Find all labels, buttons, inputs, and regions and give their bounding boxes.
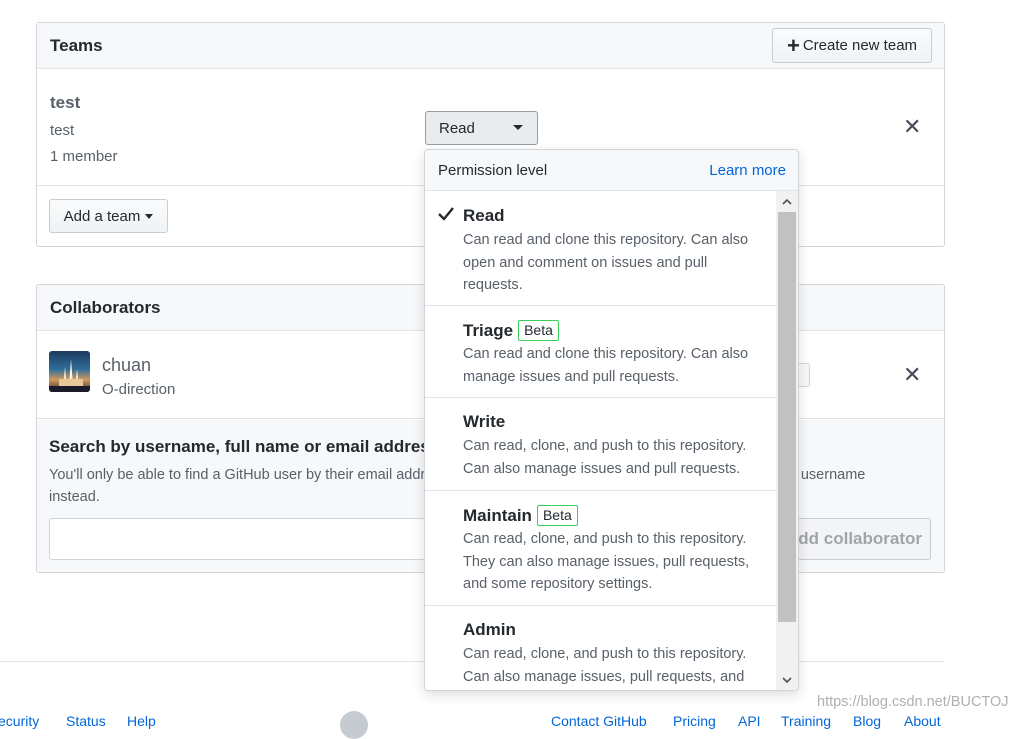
collaborators-title: Collaborators [50, 298, 161, 317]
permission-dropdown: Permission level Learn more Read Can rea… [424, 149, 799, 691]
permission-option-title: Triage [463, 320, 514, 340]
caret-down-icon [513, 125, 523, 130]
permission-dropdown-header: Permission level Learn more [425, 150, 798, 191]
permission-option-title-row: Maintain Beta [463, 505, 578, 526]
footer-link-contact[interactable]: Contact GitHub [551, 713, 647, 729]
collaborator-org: O-direction [102, 381, 176, 398]
permission-option-maintain[interactable]: Maintain Beta Can read, clone, and push … [425, 491, 777, 606]
permission-option-title: Maintain [463, 505, 532, 525]
team-member-count: 1 member [50, 148, 118, 165]
footer-link-help[interactable]: Help [127, 713, 156, 729]
permission-option-description: Can read, clone, and push to this reposi… [463, 435, 763, 480]
scroll-up-arrow-icon[interactable] [776, 191, 798, 212]
teams-title: Teams [50, 36, 103, 55]
remove-team-x-icon[interactable]: ✕ [903, 114, 921, 140]
footer-link-training[interactable]: Training [781, 713, 831, 729]
team-permission-select[interactable]: Read [425, 111, 538, 145]
caret-down-icon [145, 213, 154, 219]
dropdown-scrollbar[interactable] [776, 191, 798, 690]
permission-option-title: Write [463, 412, 506, 431]
teams-header: Teams + Create new team [37, 23, 944, 69]
github-logo-icon[interactable] [340, 711, 368, 739]
description-line: requests. [463, 277, 523, 293]
watermark: https://blog.csdn.net/BUCTOJ [817, 694, 1009, 710]
permission-option-description: Can read, clone, and push to this reposi… [463, 528, 763, 596]
description-line: open and comment on issues and pull [463, 254, 708, 271]
beta-badge: Beta [536, 505, 578, 526]
beta-badge: Beta [518, 320, 559, 341]
description-line: Can read and clone this repository. Can … [463, 232, 749, 248]
add-collaborator-label: Add collaborator [785, 529, 922, 548]
footer-link-api[interactable]: API [738, 713, 761, 729]
team-name[interactable]: test [50, 93, 80, 113]
description-line: Can read, clone, and push to this reposi… [463, 438, 747, 454]
check-icon [438, 207, 454, 221]
remove-collaborator-x-icon[interactable]: ✕ [903, 362, 921, 388]
learn-more-link[interactable]: Learn more [709, 162, 786, 179]
footer-link-blog[interactable]: Blog [853, 713, 881, 729]
scroll-down-arrow-icon[interactable] [776, 670, 798, 690]
description-line: Can also manage issues, pull requests, a… [463, 668, 745, 685]
scrollbar-thumb[interactable] [778, 212, 796, 622]
description-line: They can also manage issues, pull reques… [463, 553, 750, 570]
create-new-team-button[interactable]: + Create new team [772, 28, 932, 63]
permission-option-admin[interactable]: Admin Can read, clone, and push to this … [425, 606, 777, 690]
footer-link-pricing[interactable]: Pricing [673, 713, 716, 729]
footer-link-status[interactable]: Status [66, 713, 106, 729]
search-title: Search by username, full name or email a… [49, 437, 440, 456]
permission-option-title-row: Triage Beta [463, 320, 559, 341]
add-collaborator-button[interactable]: Add collaborator [777, 518, 931, 560]
avatar[interactable] [49, 351, 90, 392]
permission-option-triage[interactable]: Triage Beta Can read and clone this repo… [425, 306, 777, 398]
description-line: Can also manage issues and pull requests… [463, 460, 741, 477]
permission-option-read[interactable]: Read Can read and clone this repository.… [425, 191, 777, 306]
search-help-text-2: instead. [49, 489, 100, 505]
collaborator-name[interactable]: chuan [102, 355, 151, 376]
description-line: Can read and clone this repository. Can … [463, 346, 749, 362]
team-permission-value: Read [439, 119, 475, 137]
create-new-team-label: Create new team [802, 37, 918, 54]
permission-option-title: Read [463, 206, 505, 225]
avatar-castle-image [49, 359, 90, 392]
description-line: Can read, clone, and push to this reposi… [463, 531, 747, 547]
team-description: test [50, 122, 75, 139]
footer-link-about[interactable]: About [904, 713, 941, 729]
permission-level-label: Permission level [438, 162, 548, 179]
permission-option-description: Can read and clone this repository. Can … [463, 343, 763, 388]
permission-option-title: Admin [463, 620, 516, 639]
description-line: manage issues and pull requests. [463, 368, 680, 385]
plus-icon: + [786, 32, 800, 58]
description-line: Can read, clone, and push to this reposi… [463, 646, 747, 662]
permission-option-write[interactable]: Write Can read, clone, and push to this … [425, 398, 777, 491]
add-team-button[interactable]: Add a team [49, 199, 168, 233]
footer-link-security[interactable]: ecurity [0, 713, 39, 729]
permission-option-description: Can read, clone, and push to this reposi… [463, 643, 763, 688]
description-line: and some repository settings. [463, 576, 653, 592]
permission-option-description: Can read and clone this repository. Can … [463, 229, 763, 297]
add-team-label: Add a team [63, 207, 141, 225]
